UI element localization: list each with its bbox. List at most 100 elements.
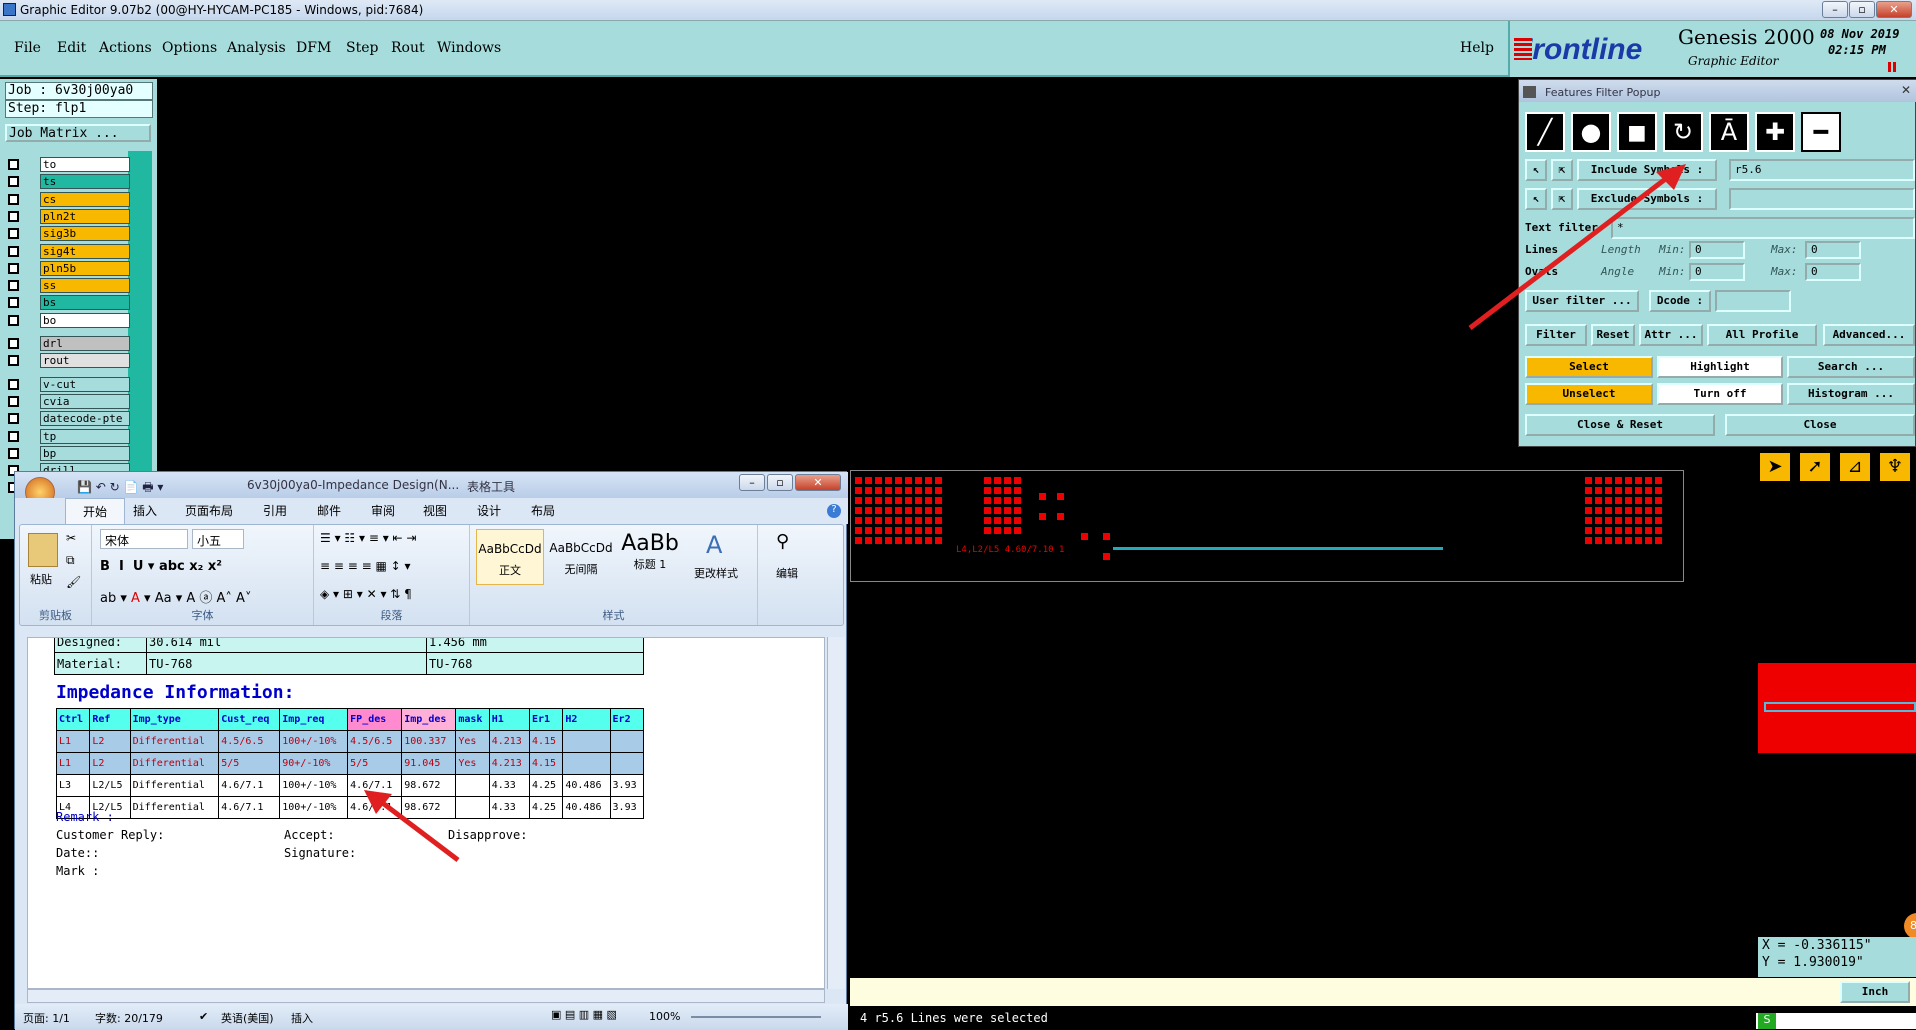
table-cell[interactable] — [562, 752, 611, 775]
paste-button[interactable]: 粘贴 — [30, 571, 52, 587]
menu-edit[interactable]: Edit — [57, 40, 86, 56]
edit-button[interactable]: 编辑 — [776, 565, 798, 581]
layer-row[interactable]: rout — [8, 353, 130, 369]
layer-checkbox[interactable] — [8, 176, 19, 188]
layer-row[interactable]: v-cut — [8, 376, 130, 392]
style-normal[interactable]: AaBbCcDd 正文 — [476, 529, 544, 585]
menu-dfm[interactable]: DFM — [296, 40, 331, 56]
cut-icon[interactable]: ✂ — [66, 531, 76, 545]
list-buttons[interactable]: ☰ ▾ ☷ ▾ ≡ ▾ ⇤ ⇥ — [320, 531, 416, 545]
format-buttons[interactable]: B I U ▾ abc x₂ x² — [100, 559, 222, 574]
table-cell[interactable]: 4.6/7.1 — [218, 774, 281, 797]
tab-review[interactable]: 审阅 — [371, 502, 395, 519]
histogram-button[interactable]: Histogram ... — [1787, 383, 1915, 405]
measure-tool-icon[interactable]: ♆ — [1878, 451, 1912, 483]
layer-name[interactable]: cvia — [40, 393, 130, 409]
font-name-select[interactable]: 宋体 — [100, 529, 188, 549]
line-filter-button[interactable]: ╱ — [1525, 112, 1565, 152]
table-cell[interactable]: 4.33 — [488, 774, 530, 797]
pcb-view[interactable]: L4,L2/L5 4.60/7.10 1 — [850, 470, 1684, 582]
layer-checkbox[interactable] — [8, 338, 19, 349]
table-cell[interactable]: Differential — [129, 752, 220, 775]
table-cell[interactable]: 90+/-10% — [279, 752, 349, 775]
shading-buttons[interactable]: ◈ ▾ ⊞ ▾ ✕ ▾ ⇅ ¶ — [320, 587, 412, 601]
tab-insert[interactable]: 插入 — [133, 502, 157, 519]
table-cell[interactable]: 4.15 — [528, 730, 564, 753]
table-cell[interactable]: Differential — [129, 730, 220, 753]
table-cell[interactable]: 5/5 — [218, 752, 281, 775]
table-cell[interactable]: Yes — [455, 752, 490, 775]
max-angle-field[interactable]: 0 — [1805, 263, 1861, 281]
layer-name[interactable]: rout — [40, 353, 130, 369]
positive-polarity-button[interactable]: ✚ — [1755, 112, 1795, 152]
table-cell[interactable]: Differential — [129, 796, 220, 819]
table-cell[interactable]: 5/5 — [347, 752, 403, 775]
layer-row[interactable]: pln5b — [8, 260, 130, 276]
layer-checkbox[interactable] — [8, 297, 19, 309]
tab-home[interactable]: 开始 — [65, 498, 125, 524]
table-cell[interactable]: 3.93 — [609, 796, 645, 819]
table-cell[interactable]: Yes — [455, 730, 490, 753]
tab-design[interactable]: 设计 — [477, 502, 501, 519]
find-icon[interactable]: ⚲ — [776, 531, 789, 552]
layer-checkbox[interactable] — [8, 314, 19, 326]
style-no-spacing[interactable]: AaBbCcDd 无间隔 — [548, 529, 614, 585]
layer-name[interactable]: tp — [40, 428, 130, 444]
layer-checkbox[interactable] — [8, 262, 19, 274]
advanced-button[interactable]: Advanced... — [1823, 324, 1915, 346]
snap-tool-icon[interactable]: ⊿ — [1838, 451, 1872, 483]
word-count[interactable]: 字数: 20/179 — [95, 1010, 163, 1026]
table-cell[interactable]: L1 — [55, 752, 91, 775]
command-bar[interactable]: Inch — [850, 978, 1916, 1006]
font-size-select[interactable]: 小五 — [192, 529, 244, 549]
layer-name[interactable]: pln2t — [40, 208, 130, 224]
layer-row[interactable]: tp — [8, 428, 130, 444]
zoom-slider[interactable] — [691, 1016, 821, 1018]
floating-badge-icon[interactable]: 88 — [1904, 913, 1916, 939]
change-styles-button[interactable]: 更改样式 — [694, 565, 738, 581]
table-cell[interactable]: 3.93 — [609, 774, 645, 797]
table-cell[interactable]: L2 — [89, 730, 131, 753]
menu-windows[interactable]: Windows — [437, 40, 501, 56]
menu-options[interactable]: Options — [162, 40, 217, 56]
layer-row[interactable]: pln2t — [8, 208, 130, 224]
table-cell[interactable] — [609, 752, 645, 775]
layer-checkbox[interactable] — [8, 355, 19, 367]
change-styles-icon[interactable]: A — [706, 531, 722, 559]
table-cell[interactable]: 40.486 — [562, 774, 611, 797]
table-cell[interactable]: 4.5/6.5 — [347, 730, 403, 753]
layer-row[interactable]: bs — [8, 295, 130, 311]
menu-rout[interactable]: Rout — [391, 40, 425, 56]
layer-checkbox[interactable] — [8, 378, 19, 390]
arc-filter-button[interactable]: ↻ — [1663, 112, 1703, 152]
menu-help[interactable]: Help — [1460, 40, 1494, 56]
document-page[interactable]: Designed: 30.614 mil 1.456 mm Material: TU-… — [27, 637, 825, 989]
select-button[interactable]: Select — [1525, 356, 1653, 378]
layer-checkbox[interactable] — [8, 280, 19, 292]
text-filter-button[interactable]: Ᾱ — [1709, 112, 1749, 152]
layer-name[interactable]: to — [40, 157, 130, 172]
quick-access-toolbar[interactable]: 💾 ↶ ↻ 📄 🖶 ▾ — [77, 478, 163, 499]
table-cell[interactable]: 4.213 — [488, 752, 530, 775]
word-minimize-button[interactable]: – — [739, 474, 765, 491]
layer-name[interactable]: bo — [40, 312, 130, 328]
layer-row[interactable]: datecode-pte — [8, 411, 130, 427]
maximize-button[interactable]: ▫ — [1849, 1, 1875, 18]
layer-name[interactable]: v-cut — [40, 376, 130, 392]
table-cell[interactable]: L3 — [55, 774, 91, 797]
turn-off-button[interactable]: Turn off — [1657, 383, 1783, 405]
layer-name[interactable]: drl — [40, 336, 130, 351]
layer-checkbox[interactable] — [8, 210, 19, 222]
table-cell[interactable]: 4.25 — [528, 774, 564, 797]
layer-checkbox[interactable] — [8, 395, 19, 407]
layer-row[interactable]: ss — [8, 278, 130, 294]
pad-filter-button[interactable]: ● — [1571, 112, 1611, 152]
layer-checkbox[interactable] — [8, 430, 19, 442]
word-maximize-button[interactable]: ▫ — [767, 474, 793, 491]
insert-mode[interactable]: 插入 — [291, 1010, 313, 1026]
table-cell[interactable]: 91.045 — [401, 752, 457, 775]
format-painter-icon[interactable]: 🖌 — [66, 575, 81, 589]
paste-icon[interactable] — [28, 533, 58, 567]
table-cell[interactable]: 40.486 — [562, 796, 611, 819]
ime-icon[interactable]: S — [1758, 1013, 1776, 1029]
